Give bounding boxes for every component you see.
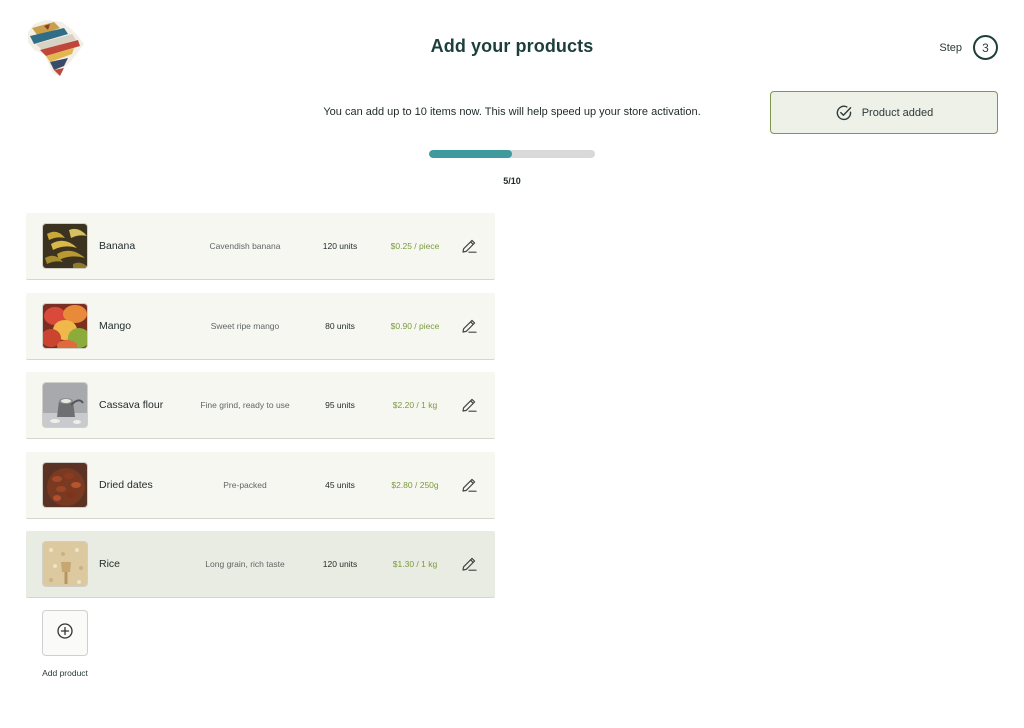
product-name: Banana — [99, 240, 136, 252]
dried-dates-image — [42, 461, 88, 508]
rice-image — [42, 541, 88, 587]
product-description: Cavendish banana — [209, 241, 281, 251]
product-row[interactable]: Dried dates Pre-packed 45 units $2.80 / … — [26, 451, 495, 519]
product-quantity: 95 units — [325, 400, 355, 410]
product-description: Fine grind, ready to use — [200, 400, 290, 410]
progress-bar-fill — [429, 150, 512, 158]
progress-bar — [429, 150, 595, 158]
product-quantity: 80 units — [325, 320, 355, 331]
plus-circle-icon — [56, 622, 74, 645]
product-row[interactable]: Cassava flour Fine grind, ready to use 9… — [26, 372, 495, 439]
product-name: Dried dates — [99, 478, 153, 491]
product-price: $2.20 / 1 kg — [392, 400, 438, 410]
progress-count: 5/10 — [503, 176, 521, 186]
mango-image — [42, 302, 88, 349]
add-product-label: Add product — [42, 668, 88, 678]
cassava-flour-image — [42, 382, 88, 428]
product-quantity: 120 units — [322, 559, 358, 569]
product-description: Pre-packed — [223, 479, 267, 490]
edit-pencil-icon[interactable] — [460, 317, 478, 335]
edit-pencil-icon[interactable] — [460, 555, 478, 573]
product-name: Rice — [99, 558, 121, 570]
edit-pencil-icon[interactable] — [460, 396, 478, 414]
check-circle-icon — [835, 104, 853, 122]
edit-pencil-icon[interactable] — [460, 476, 478, 494]
step-label: Step — [939, 41, 962, 54]
product-row[interactable]: Mango Sweet ripe mango 80 units $0.90 / … — [26, 292, 495, 360]
product-name: Mango — [99, 319, 132, 332]
product-price: $2.80 / 250g — [391, 479, 439, 490]
product-price: $0.25 / piece — [390, 241, 440, 251]
step-number-badge: 3 — [973, 35, 998, 60]
toast-message: Product added — [861, 106, 934, 119]
product-quantity: 120 units — [322, 241, 358, 251]
product-name: Cassava flour — [99, 399, 164, 411]
add-product-button[interactable] — [42, 610, 88, 656]
page-title: Add your products — [430, 36, 594, 56]
edit-pencil-icon[interactable] — [460, 237, 478, 255]
product-added-toast: Product added — [770, 91, 998, 134]
product-description: Sweet ripe mango — [210, 320, 280, 331]
product-price: $0.90 / piece — [390, 320, 440, 331]
step-indicator: Step 3 — [939, 35, 998, 60]
product-row[interactable]: Rice Long grain, rich taste 120 units $1… — [26, 531, 495, 598]
product-price: $1.30 / 1 kg — [392, 559, 438, 569]
product-list: Banana Cavendish banana 120 units $0.25 … — [26, 213, 495, 611]
product-row[interactable]: Banana Cavendish banana 120 units $0.25 … — [26, 213, 495, 280]
product-quantity: 45 units — [325, 479, 355, 490]
banana-image — [42, 223, 88, 269]
product-description: Long grain, rich taste — [205, 559, 285, 569]
